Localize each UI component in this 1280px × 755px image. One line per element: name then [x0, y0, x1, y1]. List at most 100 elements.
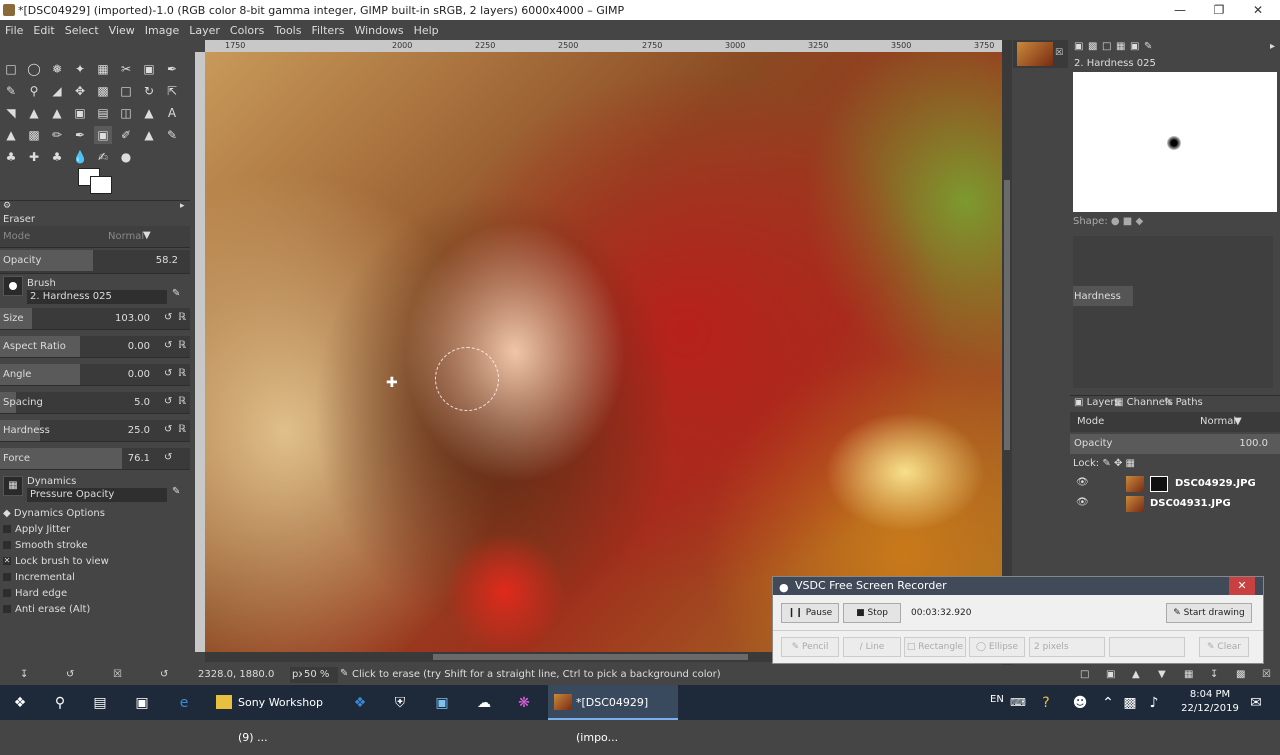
menu-help[interactable]: Help: [409, 24, 444, 37]
handle-transform-icon[interactable]: ◫: [117, 104, 135, 122]
reset-icon[interactable]: ↺: [164, 340, 172, 351]
rectangle-button[interactable]: □ Rectangle: [904, 637, 966, 657]
clock-time[interactable]: 8:04 PM: [1182, 689, 1238, 700]
color-picker-icon[interactable]: ✎: [2, 82, 20, 100]
opacity-slider[interactable]: Opacity 58.2: [0, 250, 190, 274]
chevron-down-icon[interactable]: ▼: [143, 230, 151, 241]
incremental-checkbox[interactable]: Incremental: [3, 572, 75, 583]
ellipse-button[interactable]: ◯ Ellipse: [969, 637, 1025, 657]
image-canvas[interactable]: ✚: [205, 52, 1002, 652]
mypaint-brush-icon[interactable]: ✎: [163, 126, 181, 144]
perspective-icon[interactable]: ▲: [25, 104, 43, 122]
mode-value[interactable]: Normal: [108, 231, 144, 242]
brushes-tab-icon[interactable]: ▣: [1074, 41, 1083, 52]
pencil-button[interactable]: ✎ Pencil: [781, 637, 839, 657]
mode-row[interactable]: Mode Normal ▼: [0, 226, 190, 248]
chevron-down-icon[interactable]: ▼: [1234, 416, 1242, 427]
start-drawing-button[interactable]: ✎ Start drawing: [1166, 603, 1252, 623]
reset-icon[interactable]: ↺: [164, 452, 172, 463]
network-icon[interactable]: ▩: [1120, 693, 1140, 713]
menu-filters[interactable]: Filters: [306, 24, 349, 37]
dynamics-icon[interactable]: ▦: [3, 476, 23, 496]
photos-icon[interactable]: ▣: [432, 693, 452, 713]
menu-windows[interactable]: Windows: [349, 24, 408, 37]
delete-options-icon[interactable]: ☒: [113, 669, 122, 680]
pencil-icon[interactable]: ✏: [48, 126, 66, 144]
lock-brush-checkbox[interactable]: ✕ Lock brush to view: [3, 556, 109, 567]
chevron-up-icon[interactable]: ⌃: [1098, 693, 1118, 713]
scissors-icon[interactable]: ✂: [117, 60, 135, 78]
help-icon[interactable]: ?: [1036, 693, 1056, 713]
cage-icon[interactable]: ▣: [71, 104, 89, 122]
pause-button[interactable]: ❙❙ Pause: [781, 603, 839, 623]
clone-icon[interactable]: ♣: [2, 148, 20, 166]
gradient-icon[interactable]: ▩: [25, 126, 43, 144]
mask-layer-icon[interactable]: ▩: [1236, 669, 1245, 680]
fuzzy-select-icon[interactable]: ✦: [71, 60, 89, 78]
edit-brush-icon[interactable]: ✎: [172, 288, 180, 299]
blur-icon[interactable]: 💧: [71, 148, 89, 166]
search-icon[interactable]: ⚲: [50, 693, 70, 713]
store-icon[interactable]: ▣: [132, 693, 152, 713]
tool-options-tab-icon[interactable]: ⚙: [3, 201, 11, 211]
dropbox-icon[interactable]: ❖: [350, 693, 370, 713]
layers-tab[interactable]: ▣ Layers: [1074, 397, 1120, 408]
paintbrush-icon[interactable]: ✒: [71, 126, 89, 144]
smudge-icon[interactable]: ✍: [94, 148, 112, 166]
bucket-fill-icon[interactable]: ▲: [2, 126, 20, 144]
dodge-icon[interactable]: ●: [117, 148, 135, 166]
close-icon[interactable]: ✕: [1238, 0, 1278, 20]
rotate-icon[interactable]: ↻: [140, 82, 158, 100]
crop-icon[interactable]: □: [117, 82, 135, 100]
restore-options-icon[interactable]: ↺: [66, 669, 74, 680]
link-icon[interactable]: ℝ: [178, 312, 186, 323]
menu-select[interactable]: Select: [60, 24, 104, 37]
anti-erase-checkbox[interactable]: Anti erase (Alt): [3, 604, 90, 615]
menu-file[interactable]: File: [0, 24, 28, 37]
menu-edit[interactable]: Edit: [28, 24, 59, 37]
ellipse-select-icon[interactable]: ◯: [25, 60, 43, 78]
brush-preview[interactable]: [3, 276, 23, 296]
diamond-shape-icon[interactable]: ◆: [1135, 216, 1143, 227]
rect-select-icon[interactable]: □: [2, 60, 20, 78]
brush-preview-area[interactable]: [1073, 72, 1277, 212]
ink-icon[interactable]: ▲: [140, 126, 158, 144]
language-indicator[interactable]: EN: [990, 694, 1004, 705]
menu-view[interactable]: View: [104, 24, 140, 37]
layer-row[interactable]: 👁 DSC04929.JPG: [1070, 474, 1280, 494]
raise-layer-icon[interactable]: ▲: [1132, 669, 1140, 680]
reset-icon[interactable]: ↺: [164, 396, 172, 407]
zoom-select[interactable]: 50 %: [302, 667, 338, 683]
vertical-scrollbar[interactable]: [1002, 40, 1012, 665]
unified-transform-icon[interactable]: ▲: [140, 104, 158, 122]
scale-icon[interactable]: ⇱: [163, 82, 181, 100]
paths-icon[interactable]: ✒: [163, 60, 181, 78]
apply-jitter-checkbox[interactable]: Apply Jitter: [3, 524, 70, 535]
menu-layer[interactable]: Layer: [184, 24, 225, 37]
brush-editor[interactable]: Hardness: [1073, 236, 1273, 388]
image-tab-thumbnail[interactable]: ☒: [1013, 40, 1068, 68]
edge-icon[interactable]: e: [174, 693, 194, 713]
maximize-icon[interactable]: ❐: [1199, 0, 1239, 20]
horizontal-scrollbar[interactable]: [205, 652, 775, 662]
paint-dynamics-tab-icon[interactable]: ✎: [1144, 41, 1152, 52]
foreground-select-icon[interactable]: ▣: [140, 60, 158, 78]
panel-menu-icon[interactable]: ▸: [1270, 41, 1275, 52]
windows-start-icon[interactable]: ❖: [10, 693, 30, 713]
palette-tab-icon[interactable]: ▣: [1130, 41, 1139, 52]
line-width-select[interactable]: 2 pixels: [1029, 637, 1105, 657]
heal-icon[interactable]: ✚: [25, 148, 43, 166]
taskbar-app-gimp[interactable]: *[DSC04929] (impo...: [548, 685, 678, 744]
notifications-icon[interactable]: ✉: [1246, 693, 1266, 713]
dynamics-options-expander[interactable]: ◆ Dynamics Options: [3, 508, 105, 519]
square-shape-icon[interactable]: ■: [1123, 216, 1132, 227]
warp-icon[interactable]: ▤: [94, 104, 112, 122]
color-select[interactable]: [1109, 637, 1185, 657]
minimize-icon[interactable]: —: [1160, 0, 1200, 20]
save-options-icon[interactable]: ↧: [20, 669, 28, 680]
volume-icon[interactable]: ♪: [1144, 693, 1164, 713]
link-icon[interactable]: ℝ: [178, 396, 186, 407]
stop-button[interactable]: ■ Stop: [843, 603, 901, 623]
zoom-icon[interactable]: ⚲: [25, 82, 43, 100]
hard-edge-checkbox[interactable]: Hard edge: [3, 588, 67, 599]
